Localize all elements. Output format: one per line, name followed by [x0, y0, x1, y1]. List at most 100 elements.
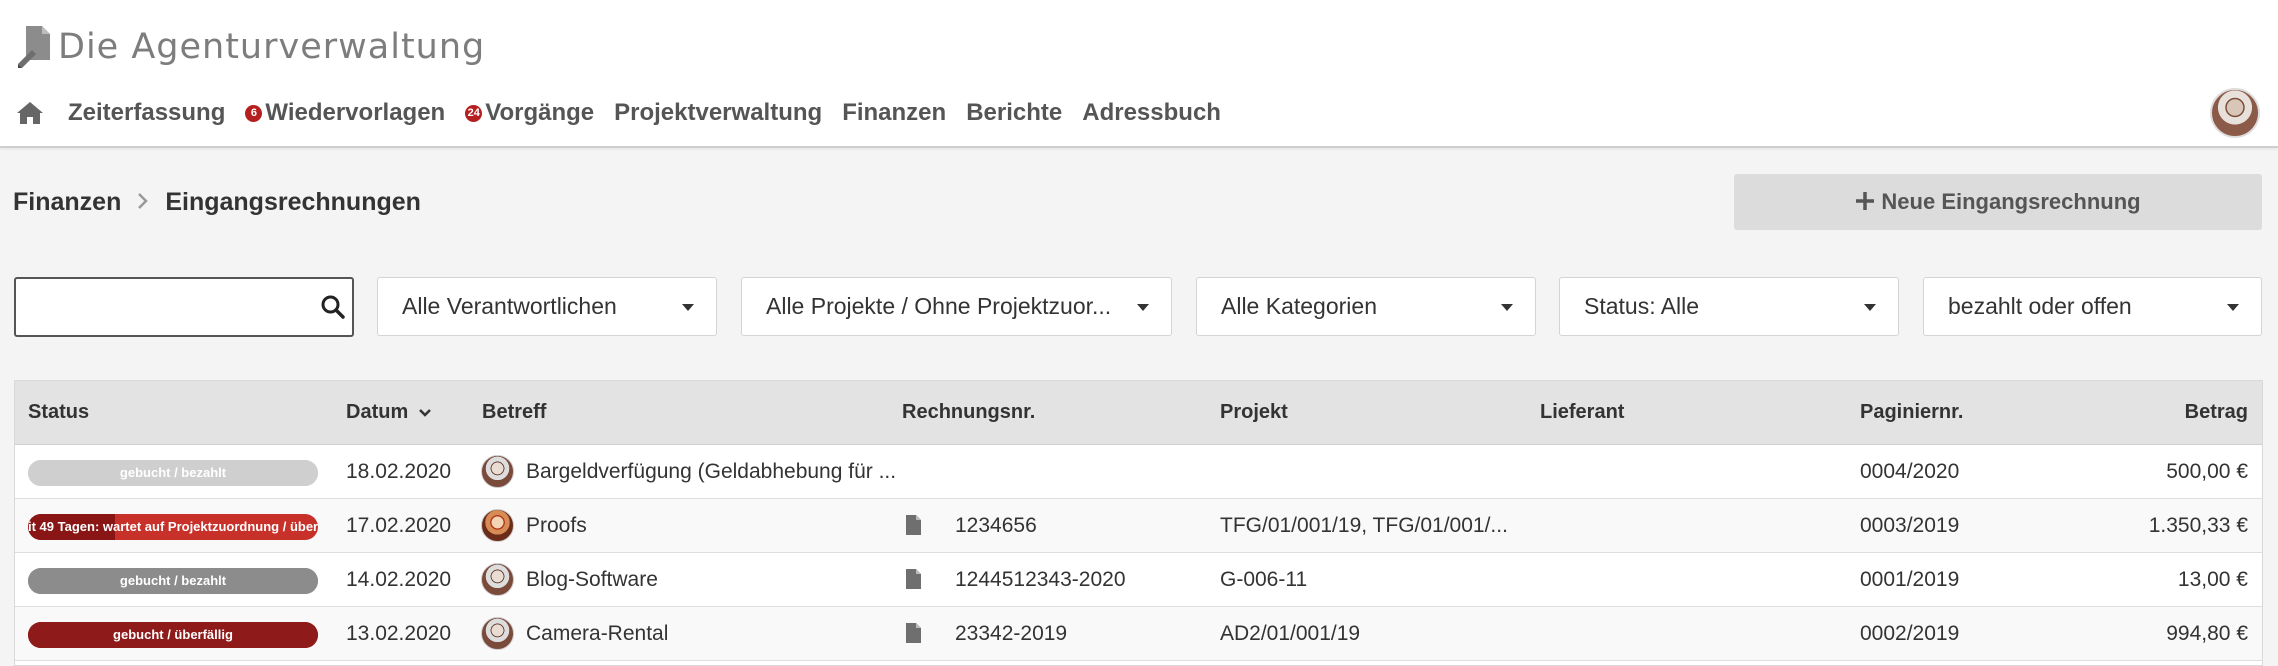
cell-invoice-no: 23342-2019: [955, 622, 1068, 645]
document-icon[interactable]: [905, 622, 922, 644]
search-field[interactable]: [14, 277, 354, 337]
cell-project: AD2/01/001/19: [1220, 622, 1361, 645]
status-badge: gebucht / bezahlt: [28, 460, 318, 486]
project-select[interactable]: Alle Projekte / Ohne Projektzuor...: [741, 277, 1172, 336]
top-header: Die Agenturverwaltung Zeiterfassung 6 Wi…: [0, 0, 2278, 148]
status-badge: gebucht / bezahlt: [28, 568, 318, 594]
notification-badge: 6: [245, 104, 263, 122]
status-select[interactable]: Status: Alle: [1559, 277, 1899, 336]
column-header-date-label: Datum: [346, 401, 409, 423]
payment-select-value: bezahlt oder offen: [1948, 293, 2132, 319]
nav-label: Projektverwaltung: [614, 99, 823, 126]
document-icon[interactable]: [905, 568, 922, 590]
sort-desc-icon: [418, 409, 431, 417]
cell-amount: 500,00 €: [2166, 460, 2248, 483]
cell-invoice-no: 1234656: [955, 514, 1037, 537]
app-logo[interactable]: Die Agenturverwaltung: [16, 22, 485, 72]
nav-item-berichte[interactable]: Berichte: [966, 99, 1062, 127]
table-row[interactable]: it 49 Tagen: wartet auf Projektzuordnung…: [15, 499, 2262, 553]
search-icon[interactable]: [320, 294, 346, 320]
cell-subject[interactable]: Camera-Rental: [526, 622, 668, 646]
chevron-right-icon: [137, 190, 149, 216]
main-navigation: Zeiterfassung 6 Wiedervorlagen 24 Vorgän…: [16, 96, 1241, 130]
status-badge: gebucht / überfällig: [28, 622, 318, 648]
cell-date: 14.02.2020: [346, 568, 452, 591]
cell-project: TFG/01/001/19, TFG/01/001/...: [1220, 514, 1508, 537]
app-title: Die Agenturverwaltung: [58, 27, 486, 67]
table-row[interactable]: gebucht / überfällig 13.02.2020 Camera-R…: [15, 607, 2262, 661]
cell-pagination-no: 0001/2019: [1860, 568, 1960, 591]
notification-badge: 24: [465, 104, 483, 122]
nav-item-finanzen[interactable]: Finanzen: [842, 99, 946, 127]
cell-date: 17.02.2020: [346, 514, 452, 537]
status-select-value: Status: Alle: [1584, 293, 1700, 319]
breadcrumb-parent[interactable]: Finanzen: [13, 188, 121, 217]
nav-item-vorgaenge[interactable]: 24 Vorgänge: [465, 99, 594, 127]
column-header-date[interactable]: Datum: [346, 401, 432, 424]
status-label: gebucht / überfällig: [113, 627, 233, 642]
nav-item-adressbuch[interactable]: Adressbuch: [1082, 99, 1221, 127]
column-header-invoice-no[interactable]: Rechnungsnr.: [902, 401, 1035, 424]
column-header-status[interactable]: Status: [28, 401, 89, 424]
nav-label: Vorgänge: [485, 99, 595, 126]
column-header-subject[interactable]: Betreff: [482, 401, 546, 424]
table-row[interactable]: gebucht / bezahlt 14.02.2020 Blog-Softwa…: [15, 553, 2262, 607]
cell-date: 13.02.2020: [346, 622, 452, 645]
column-header-amount[interactable]: Betrag: [2185, 401, 2248, 424]
status-label: gebucht / bezahlt: [119, 573, 227, 588]
search-input[interactable]: [16, 279, 306, 333]
new-invoice-button[interactable]: Neue Eingangsrechnung: [1734, 174, 2262, 230]
cell-invoice-no: 1244512343-2020: [955, 568, 1126, 591]
responsible-select-value: Alle Verantwortlichen: [402, 293, 617, 319]
document-icon[interactable]: [905, 514, 922, 536]
category-select-value: Alle Kategorien: [1221, 293, 1377, 319]
column-header-project[interactable]: Projekt: [1220, 401, 1288, 424]
new-invoice-label: Neue Eingangsrechnung: [1881, 189, 2141, 214]
user-avatar[interactable]: [2210, 88, 2260, 138]
caret-down-icon: [1501, 304, 1513, 311]
cell-subject[interactable]: Blog-Software: [526, 568, 658, 592]
breadcrumb-current: Eingangsrechnungen: [165, 188, 421, 216]
nav-label: Berichte: [966, 99, 1063, 126]
nav-item-wiedervorlagen[interactable]: 6 Wiedervorlagen: [245, 99, 445, 127]
cell-amount: 13,00 €: [2177, 568, 2248, 591]
table-header: Status Datum Betreff Rechnungsnr. Projek…: [15, 381, 2262, 445]
cell-date: 18.02.2020: [346, 460, 452, 483]
nav-item-projektverwaltung[interactable]: Projektverwaltung: [614, 99, 822, 127]
plus-icon: [1855, 187, 1875, 217]
nav-label: Finanzen: [842, 99, 947, 126]
cell-subject[interactable]: Bargeldverfügung (Geldabhebung für ...: [526, 460, 896, 484]
category-select[interactable]: Alle Kategorien: [1196, 277, 1536, 336]
nav-label: Adressbuch: [1082, 99, 1221, 126]
user-avatar: [481, 563, 514, 596]
nav-label: Zeiterfassung: [68, 99, 226, 126]
column-header-pagination-no[interactable]: Paginiernr.: [1860, 401, 1963, 424]
cell-pagination-no: 0003/2019: [1860, 514, 1960, 537]
cell-amount: 1.350,33 €: [2148, 514, 2248, 537]
nav-item-zeiterfassung[interactable]: Zeiterfassung: [68, 99, 225, 127]
invoice-table: Status Datum Betreff Rechnungsnr. Projek…: [14, 380, 2263, 666]
cell-pagination-no: 0004/2020: [1860, 460, 1960, 483]
responsible-select[interactable]: Alle Verantwortlichen: [377, 277, 717, 336]
breadcrumb: Finanzen Eingangsrechnungen: [13, 188, 421, 217]
status-label: it 49 Tagen: wartet auf Projektzuordnung…: [28, 519, 318, 534]
user-avatar: [481, 455, 514, 488]
caret-down-icon: [1864, 304, 1876, 311]
status-badge: it 49 Tagen: wartet auf Projektzuordnung…: [28, 514, 318, 540]
cell-pagination-no: 0002/2019: [1860, 622, 1960, 645]
table-row[interactable]: gebucht / bezahlt 18.02.2020 Bargeldverf…: [15, 445, 2262, 499]
column-header-supplier[interactable]: Lieferant: [1540, 401, 1624, 424]
home-icon[interactable]: [16, 100, 46, 126]
cell-subject[interactable]: Proofs: [526, 514, 587, 538]
user-avatar: [481, 617, 514, 650]
caret-down-icon: [682, 304, 694, 311]
cell-amount: 994,80 €: [2166, 622, 2248, 645]
nav-label: Wiedervorlagen: [265, 99, 446, 126]
caret-down-icon: [2227, 304, 2239, 311]
payment-select[interactable]: bezahlt oder offen: [1923, 277, 2262, 336]
pen-document-logo-icon: [18, 26, 50, 68]
caret-down-icon: [1137, 304, 1149, 311]
user-avatar: [481, 509, 514, 542]
status-label: gebucht / bezahlt: [119, 465, 227, 480]
cell-project: G-006-11: [1220, 568, 1308, 591]
